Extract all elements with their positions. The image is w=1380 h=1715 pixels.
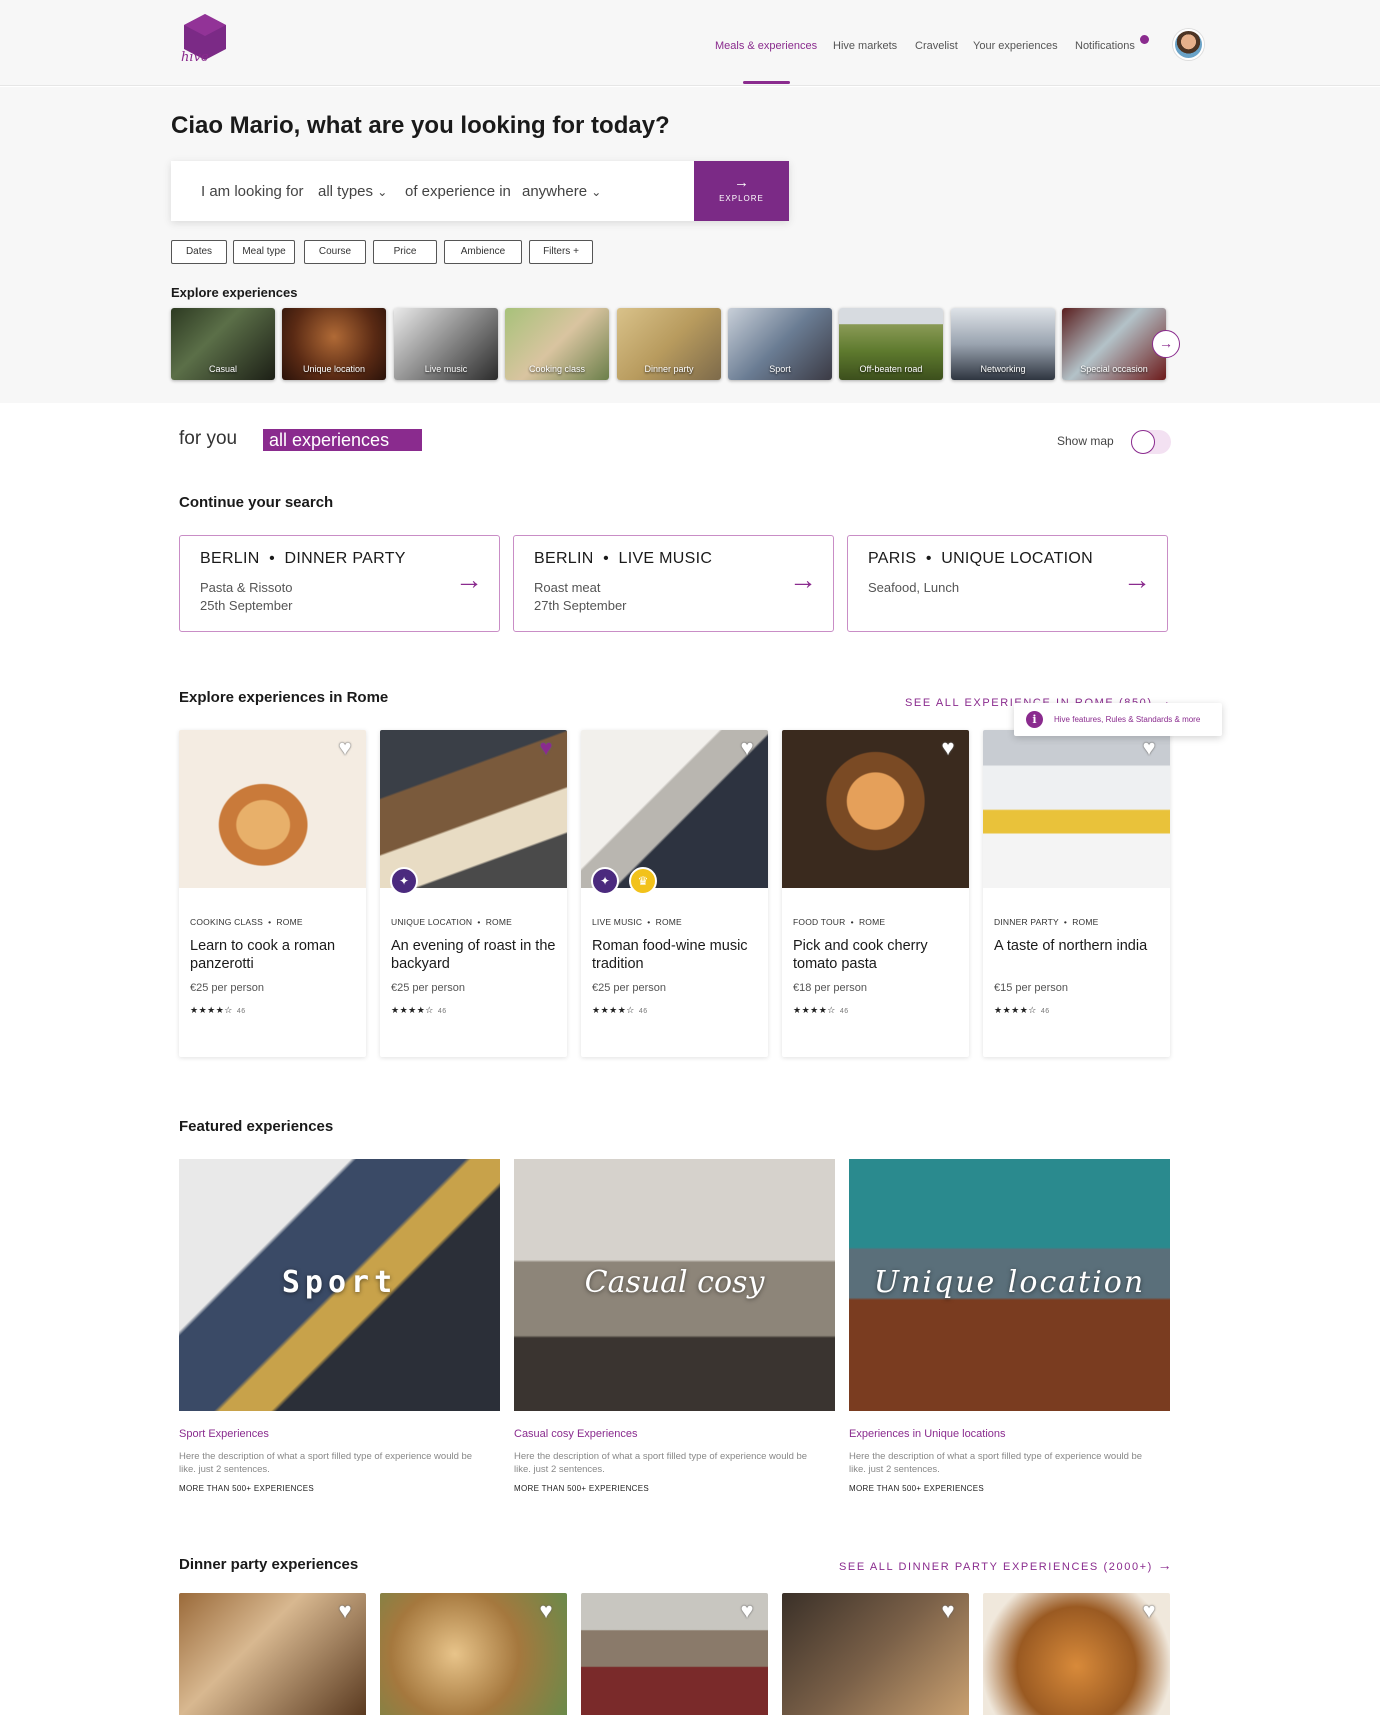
see-all-dinner-link[interactable]: SEE ALL DINNER PARTY EXPERIENCES (2000+)… <box>839 1557 1173 1573</box>
featured-description: Here the description of what a sport fil… <box>514 1451 808 1475</box>
category-tile-cooking-class[interactable]: Cooking class <box>505 308 609 380</box>
category-tile-unique-location[interactable]: Unique location <box>282 308 386 380</box>
chevron-down-icon: ⌄ <box>377 185 388 199</box>
filter-ambience[interactable]: Ambience <box>444 240 522 264</box>
avatar[interactable] <box>1173 29 1204 60</box>
featured-image-casual-cosy[interactable]: Casual cosy <box>514 1159 835 1411</box>
category-tile-dinner-party[interactable]: Dinner party <box>617 308 721 380</box>
arrow-right-icon: → <box>1123 564 1151 595</box>
arrow-right-icon: → <box>734 174 749 191</box>
category-tile-sport[interactable]: Sport <box>728 308 832 380</box>
type-dropdown[interactable]: all types ⌄ <box>318 183 387 200</box>
experience-card[interactable]: ♥ DINNER PARTY • ROME A taste of norther… <box>983 730 1170 1057</box>
filter-price[interactable]: Price <box>373 240 437 264</box>
dinner-card[interactable]: ♥ <box>380 1593 567 1715</box>
featured-image-sport[interactable]: Sport <box>179 1159 500 1411</box>
heart-icon[interactable]: ♥ <box>1136 737 1162 761</box>
heart-icon[interactable]: ♥ <box>734 737 760 761</box>
rome-heading: Explore experiences in Rome <box>179 689 389 706</box>
nav-cravelist[interactable]: Cravelist <box>915 40 958 52</box>
category-tile-casual[interactable]: Casual <box>171 308 275 380</box>
featured-count: MORE THAN 500+ EXPERIENCES <box>514 1484 650 1493</box>
heart-icon[interactable]: ♥ <box>332 737 358 761</box>
dinner-card[interactable]: ♥ <box>581 1593 768 1715</box>
heart-icon[interactable]: ♥ <box>935 1600 961 1624</box>
search-prefix: I am looking for <box>201 183 304 200</box>
chevron-down-icon: ⌄ <box>591 185 602 199</box>
arrow-right-icon: → <box>1157 1557 1174 1573</box>
dinner-card[interactable]: ♥ <box>983 1593 1170 1715</box>
magic-wand-icon: ✦ <box>591 867 619 895</box>
notification-dot-icon <box>1140 35 1149 44</box>
tab-all-experiences[interactable]: all experiences <box>263 429 422 451</box>
featured-heading: Featured experiences <box>179 1118 334 1135</box>
show-map-toggle[interactable] <box>1131 430 1171 454</box>
nav-hive-markets[interactable]: Hive markets <box>833 40 897 52</box>
heart-icon[interactable]: ♥ <box>533 737 559 761</box>
featured-title[interactable]: Experiences in Unique locations <box>849 1428 1006 1440</box>
search-middle: of experience in <box>405 183 511 200</box>
heart-icon[interactable]: ♥ <box>734 1600 760 1624</box>
filter-meal-type[interactable]: Meal type <box>233 240 295 264</box>
explore-button[interactable]: → EXPLORE <box>694 161 789 221</box>
rating-stars: ★★★★☆ 46 <box>994 1005 1050 1015</box>
category-tile-networking[interactable]: Networking <box>951 308 1055 380</box>
location-dropdown[interactable]: anywhere ⌄ <box>522 183 601 200</box>
featured-title[interactable]: Casual cosy Experiences <box>514 1428 638 1440</box>
heart-icon[interactable]: ♥ <box>935 737 961 761</box>
carousel-next-arrow-icon[interactable]: → <box>1152 330 1180 358</box>
page-title: Ciao Mario, what are you looking for tod… <box>171 112 670 139</box>
recent-search-card[interactable]: BERLIN • LIVE MUSIC Roast meat 27th Sept… <box>513 535 834 632</box>
explore-experiences-heading: Explore experiences <box>171 285 298 300</box>
chef-hat-icon: ♛ <box>629 867 657 895</box>
category-tile-live-music[interactable]: Live music <box>394 308 498 380</box>
top-header: hive Meals & experiences Hive markets Cr… <box>0 0 1380 86</box>
featured-description: Here the description of what a sport fil… <box>179 1451 473 1475</box>
info-icon: i <box>1026 711 1043 728</box>
recent-search-card[interactable]: BERLIN • DINNER PARTY Pasta & Rissoto 25… <box>179 535 500 632</box>
featured-count: MORE THAN 500+ EXPERIENCES <box>179 1484 315 1493</box>
rating-stars: ★★★★☆ 46 <box>793 1005 849 1015</box>
experience-card[interactable]: ♥ COOKING CLASS • ROME Learn to cook a r… <box>179 730 366 1057</box>
featured-count: MORE THAN 500+ EXPERIENCES <box>849 1484 985 1493</box>
arrow-right-icon: → <box>789 564 817 595</box>
category-tile-off-beaten-road[interactable]: Off-beaten road <box>839 308 943 380</box>
continue-search-heading: Continue your search <box>179 494 334 511</box>
filter-more[interactable]: Filters + <box>529 240 593 264</box>
dinner-heading: Dinner party experiences <box>179 1556 359 1573</box>
nav-notifications[interactable]: Notifications <box>1075 40 1135 52</box>
rating-stars: ★★★★☆ 46 <box>190 1005 246 1015</box>
magic-wand-icon: ✦ <box>390 867 418 895</box>
filter-dates[interactable]: Dates <box>171 240 227 264</box>
featured-description: Here the description of what a sport fil… <box>849 1451 1143 1475</box>
nav-meals-experiences[interactable]: Meals & experiences <box>715 40 817 52</box>
heart-icon[interactable]: ♥ <box>533 1600 559 1624</box>
logo-text: hive <box>181 50 209 65</box>
recent-search-card[interactable]: PARIS • UNIQUE LOCATION Seafood, Lunch → <box>847 535 1168 632</box>
tab-for-you[interactable]: for you <box>179 428 237 450</box>
category-tile-special-occasion[interactable]: Special occasion <box>1062 308 1166 380</box>
featured-title[interactable]: Sport Experiences <box>179 1428 269 1440</box>
filter-course[interactable]: Course <box>304 240 366 264</box>
rating-stars: ★★★★☆ 46 <box>592 1005 648 1015</box>
rating-stars: ★★★★☆ 46 <box>391 1005 447 1015</box>
dinner-card[interactable]: ♥ <box>782 1593 969 1715</box>
featured-image-unique-location[interactable]: Unique location <box>849 1159 1170 1411</box>
nav-your-experiences[interactable]: Your experiences <box>973 40 1058 52</box>
toggle-knob <box>1131 430 1155 454</box>
heart-icon[interactable]: ♥ <box>1136 1600 1162 1624</box>
experience-card[interactable]: ♥ ✦ ♛ LIVE MUSIC • ROME Roman food-wine … <box>581 730 768 1057</box>
info-tooltip[interactable]: i Hive features, Rules & Standards & mor… <box>1014 703 1222 736</box>
heart-icon[interactable]: ♥ <box>332 1600 358 1624</box>
arrow-right-icon: → <box>455 564 483 595</box>
dinner-card[interactable]: ♥ <box>179 1593 366 1715</box>
show-map-label: Show map <box>1057 434 1114 448</box>
experience-card[interactable]: ♥ FOOD TOUR • ROME Pick and cook cherry … <box>782 730 969 1057</box>
active-nav-indicator <box>743 81 790 84</box>
experience-card[interactable]: ♥ ✦ UNIQUE LOCATION • ROME An evening of… <box>380 730 567 1057</box>
